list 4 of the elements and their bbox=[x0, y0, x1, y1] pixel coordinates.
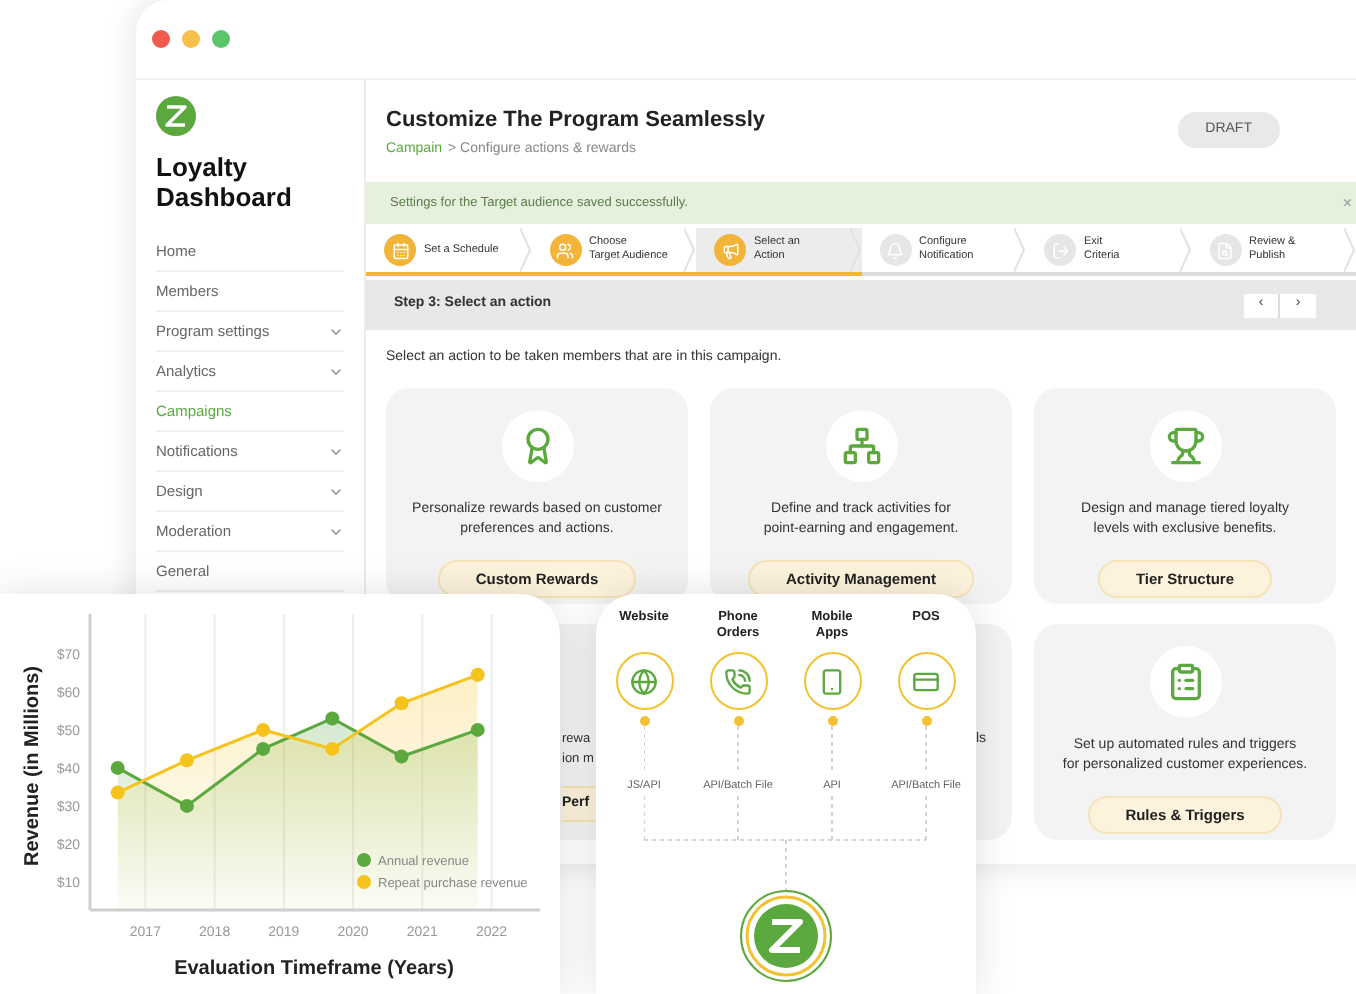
y-axis-title: Revenue (in Millions) bbox=[22, 666, 44, 866]
x-axis-title: Evaluation Timeframe (Years) bbox=[174, 958, 454, 980]
page-title: Customize The Program Seamlessly bbox=[386, 108, 766, 134]
app-title: Loyalty Dashboard bbox=[156, 152, 294, 212]
